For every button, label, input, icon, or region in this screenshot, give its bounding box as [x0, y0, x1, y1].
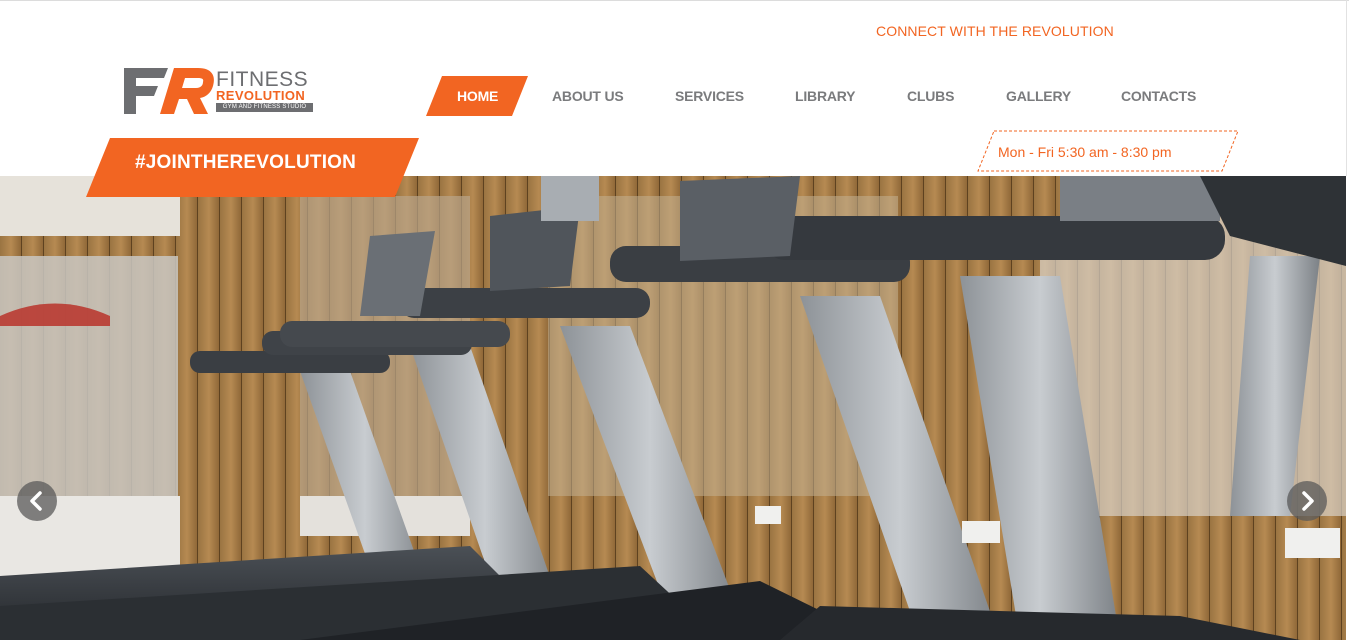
top-border	[0, 0, 1349, 1]
slider-next-button[interactable]	[1287, 481, 1327, 521]
logo-word-revolution: REVOLUTION	[216, 88, 306, 103]
nav-item-library[interactable]: LIBRARY	[795, 88, 856, 104]
nav-item-about-us[interactable]: ABOUT US	[552, 88, 624, 104]
nav-item-clubs[interactable]: CLUBS	[907, 88, 954, 104]
right-border	[1346, 0, 1347, 176]
gym-treadmills-photo	[0, 176, 1346, 640]
connect-link[interactable]: CONNECT WITH THE REVOLUTION	[876, 23, 1114, 39]
nav-item-gallery[interactable]: GALLERY	[1006, 88, 1071, 104]
hashtag-banner[interactable]: #JOINTHEREVOLUTION	[135, 152, 356, 174]
hero-slider	[0, 176, 1346, 640]
logo-tagline: GYM AND FITNESS STUDIO	[216, 103, 313, 112]
chevron-left-icon	[30, 491, 42, 511]
nav-item-home[interactable]: HOME	[457, 88, 498, 104]
nav-item-contacts[interactable]: CONTACTS	[1121, 88, 1196, 104]
nav-item-services[interactable]: SERVICES	[675, 88, 744, 104]
fr-logo-icon	[124, 68, 214, 114]
chevron-right-icon	[1302, 491, 1314, 511]
opening-hours: Mon - Fri 5:30 am - 8:30 pm	[998, 144, 1172, 160]
site-logo[interactable]: FITNESS REVOLUTION GYM AND FITNESS STUDI…	[124, 66, 316, 116]
slider-prev-button[interactable]	[17, 481, 57, 521]
